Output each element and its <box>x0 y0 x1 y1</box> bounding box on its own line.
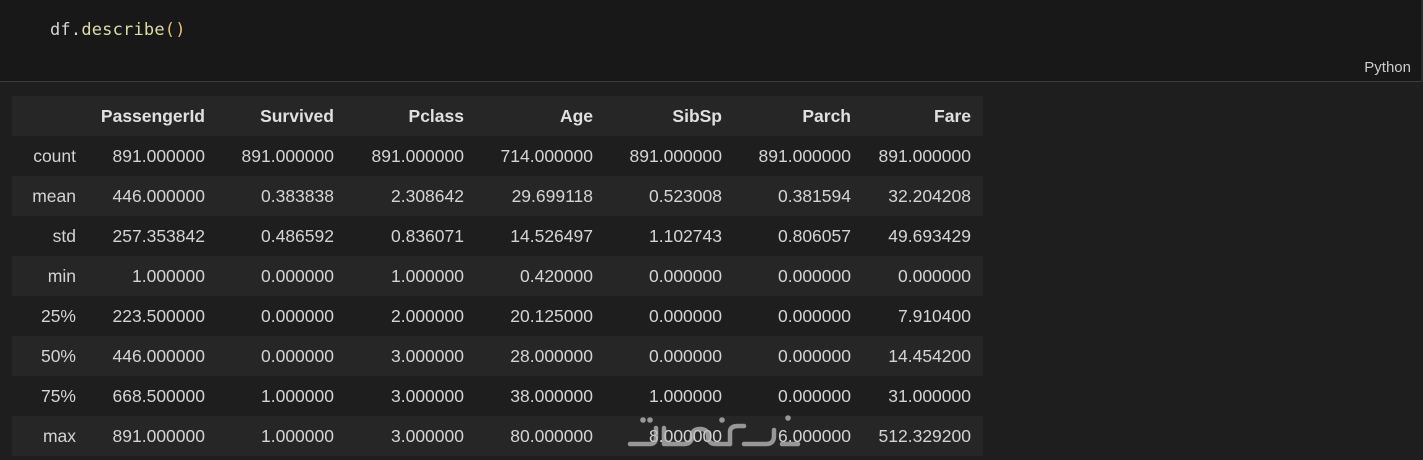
column-header: Survived <box>260 105 334 126</box>
table-cell: 7.910400 <box>898 305 971 326</box>
code-line[interactable]: df.describe() <box>50 20 186 40</box>
code-token-parens: () <box>164 20 186 40</box>
code-cell[interactable]: df.describe() Python <box>0 0 1423 82</box>
table-cell: 0.000000 <box>261 345 334 366</box>
table-cell: 446.000000 <box>112 345 205 366</box>
row-label: count <box>33 145 76 166</box>
table-cell: 891.000000 <box>758 145 851 166</box>
column-header: PassengerId <box>100 105 205 126</box>
table-cell: 0.486592 <box>261 225 334 246</box>
table-cell: 891.000000 <box>112 145 205 166</box>
table-cell: 0.000000 <box>649 345 722 366</box>
row-label: 25% <box>40 305 76 326</box>
table-cell: 0.420000 <box>520 265 593 286</box>
row-label: std <box>52 225 76 246</box>
table-cell: 1.000000 <box>261 385 334 406</box>
column-header: Pclass <box>408 105 464 126</box>
watermark-logo-icon <box>627 415 801 447</box>
table-cell: 0.383838 <box>261 185 334 206</box>
table-cell: 38.000000 <box>510 385 593 406</box>
table-cell: 0.806057 <box>778 225 851 246</box>
cell-output: PassengerId Survived Pclass Age SibSp Pa… <box>12 96 983 456</box>
table-cell: 80.000000 <box>510 425 593 446</box>
table-row: 25% 223.500000 0.000000 2.000000 20.1250… <box>12 296 983 336</box>
row-label: min <box>47 265 76 286</box>
table-header-row: PassengerId Survived Pclass Age SibSp Pa… <box>12 96 983 136</box>
table-cell: 891.000000 <box>241 145 334 166</box>
table-cell: 512.329200 <box>878 425 971 446</box>
row-label: max <box>42 425 76 446</box>
row-label: 75% <box>40 385 76 406</box>
describe-table: PassengerId Survived Pclass Age SibSp Pa… <box>12 96 983 456</box>
table-row: mean 446.000000 0.383838 2.308642 29.699… <box>12 176 983 216</box>
code-token-object: df <box>50 20 71 40</box>
table-cell: 2.308642 <box>391 185 464 206</box>
table-cell: 0.000000 <box>649 265 722 286</box>
table-row: max 891.000000 1.000000 3.000000 80.0000… <box>12 416 983 456</box>
table-corner-cell <box>12 96 88 136</box>
table-cell: 0.000000 <box>261 305 334 326</box>
table-cell: 1.000000 <box>261 425 334 446</box>
row-label: mean <box>32 185 76 206</box>
table-cell: 3.000000 <box>391 385 464 406</box>
table-cell: 714.000000 <box>500 145 593 166</box>
table-cell: 446.000000 <box>112 185 205 206</box>
table-cell: 1.000000 <box>132 265 205 286</box>
column-header: Age <box>559 105 593 126</box>
table-cell: 31.000000 <box>888 385 971 406</box>
table-cell: 28.000000 <box>510 345 593 366</box>
table-row: min 1.000000 0.000000 1.000000 0.420000 … <box>12 256 983 296</box>
table-cell: 668.500000 <box>112 385 205 406</box>
column-header: Parch <box>802 105 851 126</box>
table-cell: 0.000000 <box>778 345 851 366</box>
code-token-method: describe <box>81 20 165 40</box>
column-header: SibSp <box>672 105 722 126</box>
table-cell: 29.699118 <box>511 185 593 206</box>
notebook-page: df.describe() Python PassengerId Survive… <box>0 0 1423 460</box>
table-cell: 0.000000 <box>778 305 851 326</box>
table-cell: 1.102743 <box>649 225 722 246</box>
table-cell: 49.693429 <box>888 225 971 246</box>
table-cell: 257.353842 <box>112 225 205 246</box>
row-label: 50% <box>40 345 76 366</box>
table-cell: 2.000000 <box>391 305 464 326</box>
table-cell: 891.000000 <box>878 145 971 166</box>
table-cell: 14.526497 <box>510 225 593 246</box>
table-cell: 0.381594 <box>778 185 851 206</box>
table-cell: 891.000000 <box>371 145 464 166</box>
table-cell: 0.000000 <box>778 265 851 286</box>
table-cell: 0.836071 <box>391 225 464 246</box>
table-cell: 0.000000 <box>649 305 722 326</box>
table-row: std 257.353842 0.486592 0.836071 14.5264… <box>12 216 983 256</box>
table-cell: 891.000000 <box>112 425 205 446</box>
table-cell: 891.000000 <box>629 145 722 166</box>
table-cell: 1.000000 <box>391 265 464 286</box>
table-row: 75% 668.500000 1.000000 3.000000 38.0000… <box>12 376 983 416</box>
code-token-dot: . <box>70 20 82 40</box>
table-cell: 0.523008 <box>649 185 722 206</box>
column-header: Fare <box>934 105 971 126</box>
table-row: 50% 446.000000 0.000000 3.000000 28.0000… <box>12 336 983 376</box>
table-row: count 891.000000 891.000000 891.000000 7… <box>12 136 983 176</box>
cell-language-label[interactable]: Python <box>1364 59 1411 76</box>
table-cell: 223.500000 <box>112 305 205 326</box>
table-cell: 14.454200 <box>888 345 971 366</box>
table-cell: 0.000000 <box>261 265 334 286</box>
table-cell: 3.000000 <box>391 345 464 366</box>
table-cell: 32.204208 <box>888 185 971 206</box>
table-cell: 3.000000 <box>391 425 464 446</box>
table-cell: 20.125000 <box>510 305 593 326</box>
table-cell: 0.000000 <box>898 265 971 286</box>
